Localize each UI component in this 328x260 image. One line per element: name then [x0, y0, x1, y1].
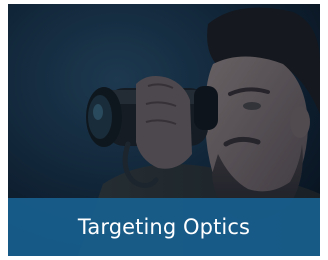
card-caption-label: Targeting Optics: [77, 215, 251, 239]
card-caption: Targeting Optics: [8, 198, 320, 256]
category-card-targeting-optics[interactable]: ~ Targeting Optics: [8, 4, 320, 256]
